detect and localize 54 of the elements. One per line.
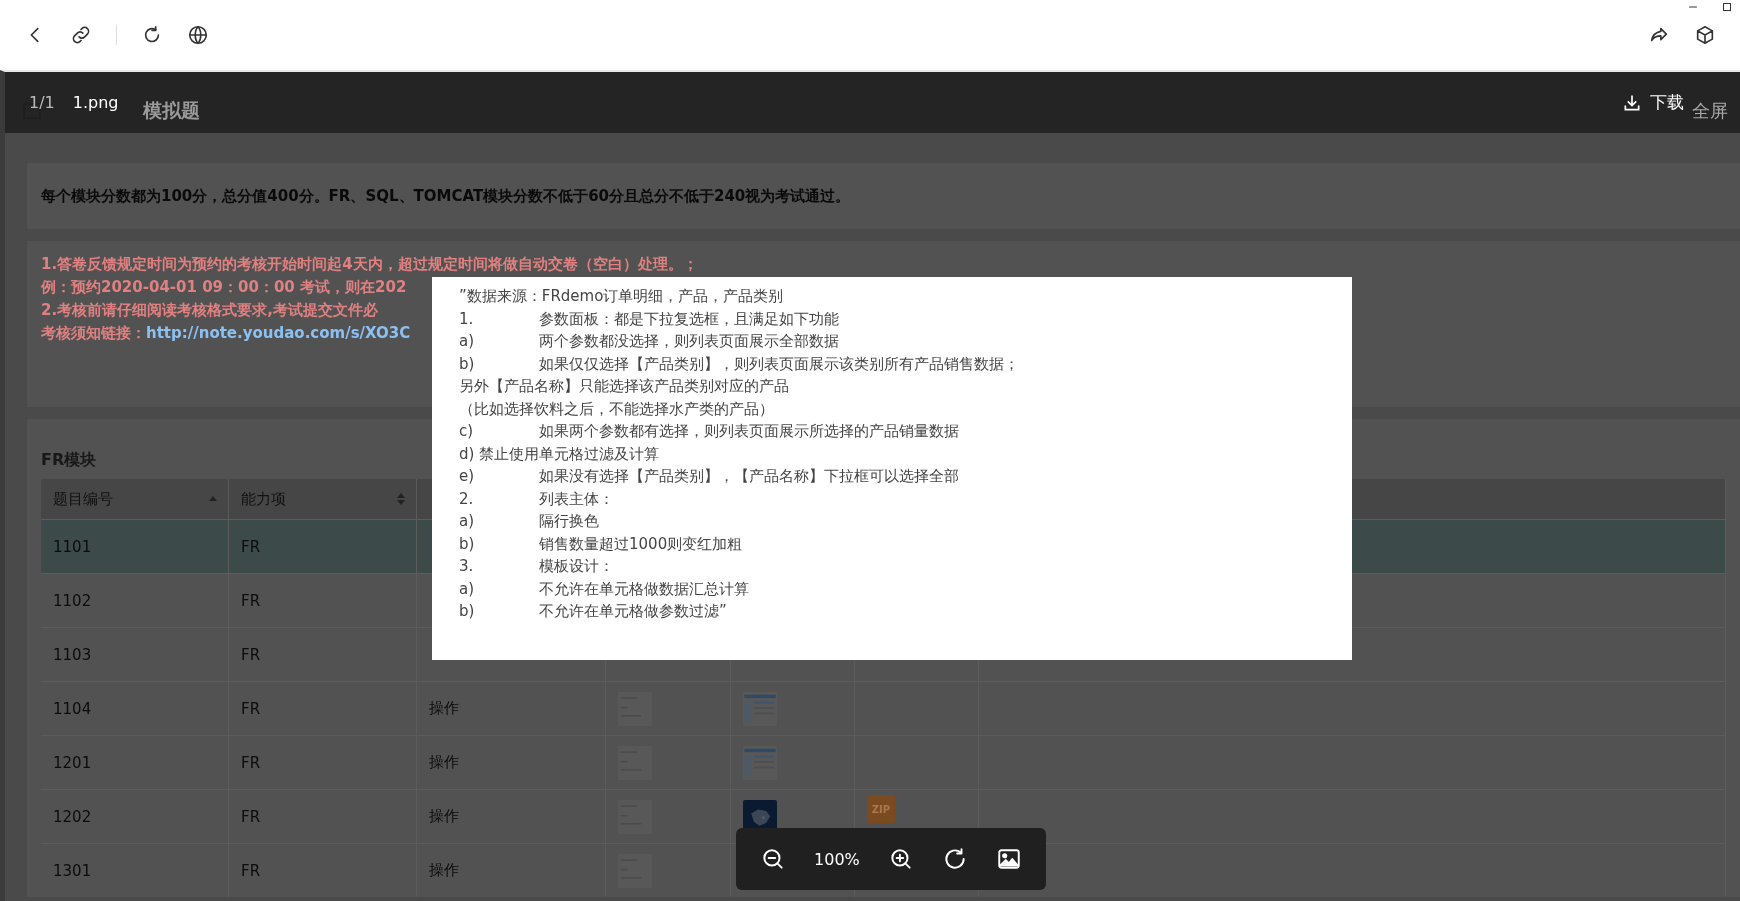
image-text-line: b) 如果仅仅选择【产品类别】，则列表页面展示该类别所有产品销售数据； — [459, 353, 1020, 375]
image-text-line: e) 如果没有选择【产品类别】，【产品名称】下拉框可以选择全部 — [459, 466, 960, 487]
image-text-line: b) 不允许在单元格做参数过滤” — [459, 601, 728, 622]
table-cell: FR — [241, 699, 261, 718]
rule-text: 2.考核前请仔细阅读考核格式要求,考试提交文件必 — [41, 300, 378, 321]
table-cell: FR — [241, 861, 261, 880]
table-cell: 1201 — [53, 753, 92, 772]
cube-icon[interactable] — [1694, 24, 1716, 46]
table-cell: 1103 — [53, 645, 92, 664]
notice-link[interactable]: http://note.youdao.com/s/XO3C — [146, 324, 411, 342]
maximize-icon[interactable] — [1720, 0, 1734, 14]
zoom-out-icon[interactable] — [760, 846, 786, 872]
table-row[interactable]: 1201 FR 操作 — [41, 735, 1726, 789]
image-text-line: ”数据来源：FRdemo订单明细，产品，产品类别 — [459, 286, 785, 307]
zoom-level: 100% — [814, 849, 860, 869]
image-text-line: b) 销售数量超过1000则变红加粗 — [459, 533, 744, 555]
globe-icon[interactable] — [187, 24, 209, 46]
table-cell: 1104 — [53, 699, 92, 718]
image-counter: 1/1 — [29, 93, 55, 112]
table-cell: 操作 — [429, 807, 459, 826]
table-cell: FR — [241, 591, 261, 610]
download-button[interactable]: 下载 — [1622, 91, 1684, 114]
table-cell: 操作 — [429, 861, 459, 880]
notice-text: 每个模块分数都为100分，总分值400分。FR、SQL、TOMCAT模块分数不低于60分且总分不低于240视为考试通过。 — [41, 186, 851, 206]
table-cell: 操作 — [429, 753, 459, 772]
image-text-line: （比如选择饮料之后，不能选择水产类的产品） — [459, 398, 775, 420]
table-cell: FR — [241, 537, 261, 556]
page-title: 模拟题 — [143, 97, 200, 123]
link-label: 考核须知链接： — [41, 324, 146, 342]
table-row[interactable]: 1104 FR 操作 — [41, 681, 1726, 735]
table-cell: 1301 — [53, 861, 92, 880]
file-name: 1.png — [72, 93, 119, 112]
table-cell: FR — [241, 645, 261, 664]
table-cell: 1102 — [53, 591, 92, 610]
image-text-line: 另外【产品名称】只能选择该产品类别对应的产品 — [459, 376, 790, 397]
image-icon[interactable] — [995, 846, 1022, 872]
image-text-line: a) 两个参数都没选择，则列表页面展示全部数据 — [459, 331, 840, 352]
table-cell: 1202 — [53, 807, 92, 826]
image-text-line: a) 隔行换色 — [459, 511, 600, 532]
image-text-line: 2. 列表主体： — [459, 488, 615, 510]
link-icon[interactable] — [70, 24, 92, 46]
rule-text: 1.答卷反馈规定时间为预约的考核开始时间起4天内，超过规定时间将做自动交卷（空白）处理。； — [41, 254, 698, 275]
section-title: FR模块 — [41, 449, 97, 471]
image-text-line: 1. 参数面板：都是下拉复选框，且满足如下功能 — [459, 308, 840, 330]
image-text-line: a) 不允许在单元格做数据汇总计算 — [459, 578, 750, 600]
table-cell: 操作 — [429, 699, 459, 718]
table-cell: FR — [241, 807, 261, 826]
image-text-line: c) 如果两个参数都有选择，则列表页面展示所选择的产品销量数据 — [459, 421, 960, 442]
rule-text: 例：预约2020-04-01 09：00：00 考试，则在202 — [41, 277, 407, 298]
table-cell: 1101 — [53, 537, 92, 556]
fullscreen-label[interactable]: 全屏 — [1692, 98, 1728, 123]
image-text-line: 3. 模板设计： — [459, 556, 615, 577]
table-cell: FR — [241, 753, 261, 772]
image-text-line: d) 禁止使用单元格过滤及计算 — [459, 443, 661, 465]
